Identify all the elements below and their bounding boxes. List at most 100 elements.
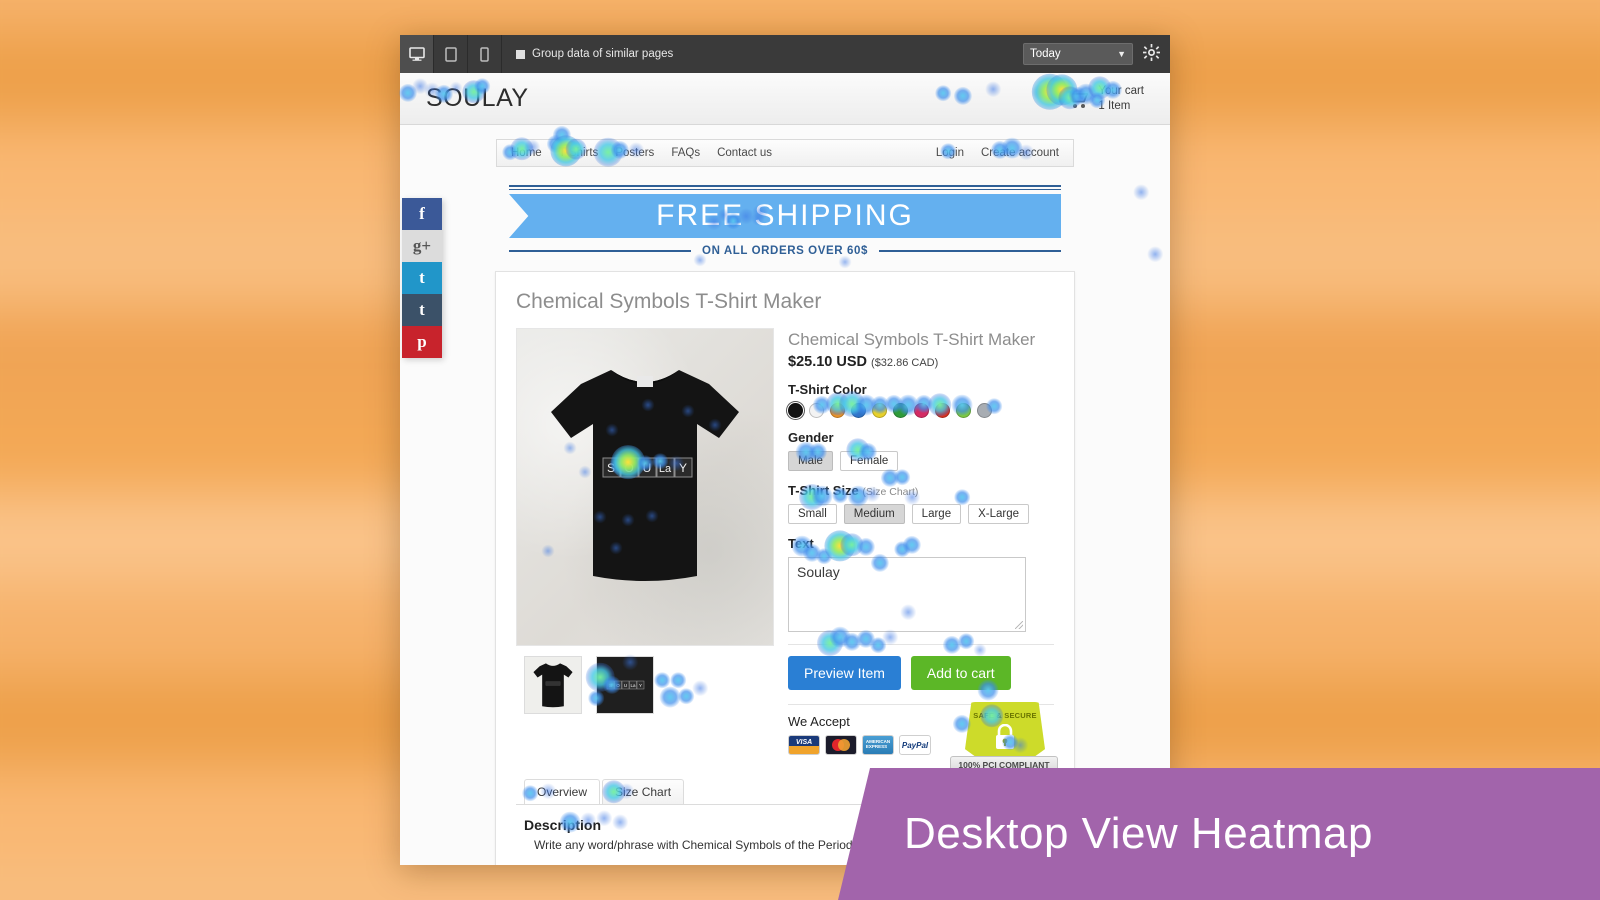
print-thumb-icon: SOU La Y [600,660,650,710]
color-swatch-blue[interactable] [851,403,866,418]
cart-line-2: 1 Item [1098,99,1131,112]
gender-label: Gender [788,430,834,445]
mosaic-tile [1445,584,1553,676]
nav-item-faqs[interactable]: FAQs [671,147,700,159]
mosaic-tile [692,860,800,900]
mosaic-tile [1230,676,1338,768]
mosaic-tile [47,308,155,400]
chevron-down-icon: ▼ [1117,49,1126,59]
color-swatch-green[interactable] [893,403,908,418]
banner-subline-row: ON ALL ORDERS OVER 60$ [509,245,1061,257]
mosaic-tile [1230,584,1338,676]
gender-option-female[interactable]: Female [839,451,899,471]
color-swatch-black[interactable] [788,403,803,418]
nav-item-login[interactable]: Login [936,147,964,159]
tumblr-icon[interactable]: t [402,294,442,326]
mosaic-tile [800,0,908,32]
mosaic-tile [155,492,263,584]
free-shipping-banner: FREE SHIPPING ON ALL ORDERS OVER 60$ [509,185,1061,257]
site-logo[interactable]: SOULAY [426,84,529,113]
preview-item-button[interactable]: Preview Item [788,656,901,690]
twitter-icon[interactable]: t [402,262,442,294]
seal-top-text: SAFE & SECURE [973,711,1037,720]
date-range-select[interactable]: Today ▼ [1023,43,1133,65]
mosaic-tile [0,0,48,32]
product-price: $25.10 USD ($32.86 CAD) [788,354,1054,370]
size-option-small[interactable]: Small [788,504,837,524]
website-viewport: SOULAY Your cart 1 Item Home T-Shirts Po… [400,73,1170,865]
svg-text:O: O [616,683,620,688]
mastercard-card-icon [825,735,857,755]
pinterest-icon[interactable]: p [402,326,442,358]
mosaic-tile [1337,216,1445,308]
gear-icon[interactable] [1143,44,1160,64]
tab-size-chart[interactable]: Size Chart [602,779,685,804]
mosaic-tile [1552,32,1600,124]
color-swatch-grey[interactable] [977,403,992,418]
color-swatch-orange[interactable] [830,403,845,418]
thumbnail-front[interactable] [524,656,582,714]
nav-item-create-account[interactable]: Create account [981,147,1059,159]
mosaic-tile [47,216,155,308]
nav-item-tshirts[interactable]: T-Shirts [559,147,599,159]
mosaic-tile [1552,492,1600,584]
mosaic-tile [1337,32,1445,124]
mosaic-tile [0,124,48,216]
custom-text-input[interactable]: Soulay [788,557,1026,632]
shopping-cart-icon [1065,89,1091,109]
mosaic-tile [1552,0,1600,32]
size-option-xlarge[interactable]: X-Large [968,504,1030,524]
size-option-medium[interactable]: Medium [843,504,905,524]
color-swatch-red[interactable] [935,403,950,418]
color-swatch-pink[interactable] [914,403,929,418]
tablet-view-button[interactable] [434,35,468,73]
cart-widget[interactable]: Your cart 1 Item [1065,84,1144,113]
size-chart-link[interactable]: (Size Chart) [862,486,918,498]
mosaic-tile [1337,584,1445,676]
nav-item-contact[interactable]: Contact us [717,147,772,159]
color-swatch-lime[interactable] [956,403,971,418]
mosaic-tile [262,0,370,32]
mosaic-tile [1445,308,1553,400]
thumbnail-print-closeup[interactable]: SOU La Y [596,656,654,714]
heatmap-view-banner: Desktop View Heatmap [838,768,1600,900]
group-similar-pages-toggle[interactable]: Group data of similar pages [516,48,673,60]
tab-overview[interactable]: Overview [524,779,601,804]
svg-text:S: S [609,683,612,688]
banner-right-line [878,250,1061,252]
add-to-cart-button[interactable]: Add to cart [910,656,1011,690]
mobile-view-button[interactable] [468,35,502,73]
gender-option-male[interactable]: Male [788,451,833,471]
desktop-view-button[interactable] [400,35,434,73]
mosaic-tile [262,124,370,216]
color-swatch-yellow[interactable] [872,403,887,418]
mosaic-tile [1445,0,1553,32]
mosaic-tile [262,400,370,492]
mosaic-tile [47,860,155,900]
mosaic-tile [155,676,263,768]
visa-card-icon: VISA [788,735,820,755]
resize-handle-icon[interactable] [1015,621,1023,629]
mosaic-tile [0,676,48,768]
facebook-icon[interactable]: f [402,198,442,230]
nav-item-home[interactable]: Home [511,147,542,159]
nav-item-posters[interactable]: Posters [615,147,654,159]
payment-left: We Accept VISA AMERICAN EXPRESS PayPal [788,714,931,755]
svg-text:S: S [607,461,615,475]
action-buttons: Preview Item Add to cart [788,656,1054,690]
lock-icon [996,724,1014,749]
size-option-large[interactable]: Large [911,504,962,524]
custom-text-value: Soulay [797,564,840,580]
page-title: Chemical Symbols T-Shirt Maker [516,290,822,313]
payment-card-icons: VISA AMERICAN EXPRESS PayPal [788,735,931,755]
banner-subline: ON ALL ORDERS OVER 60$ [702,245,868,257]
mosaic-tile [262,676,370,768]
mosaic-tile [155,400,263,492]
google-plus-icon[interactable]: g+ [402,230,442,262]
size-label-text: T-Shirt Size [788,483,859,498]
product-main-image[interactable]: S O U La Y [516,328,774,646]
mosaic-tile [585,0,693,32]
mosaic-tile [1337,492,1445,584]
color-swatch-white[interactable] [809,403,824,418]
mosaic-tile [1445,124,1553,216]
